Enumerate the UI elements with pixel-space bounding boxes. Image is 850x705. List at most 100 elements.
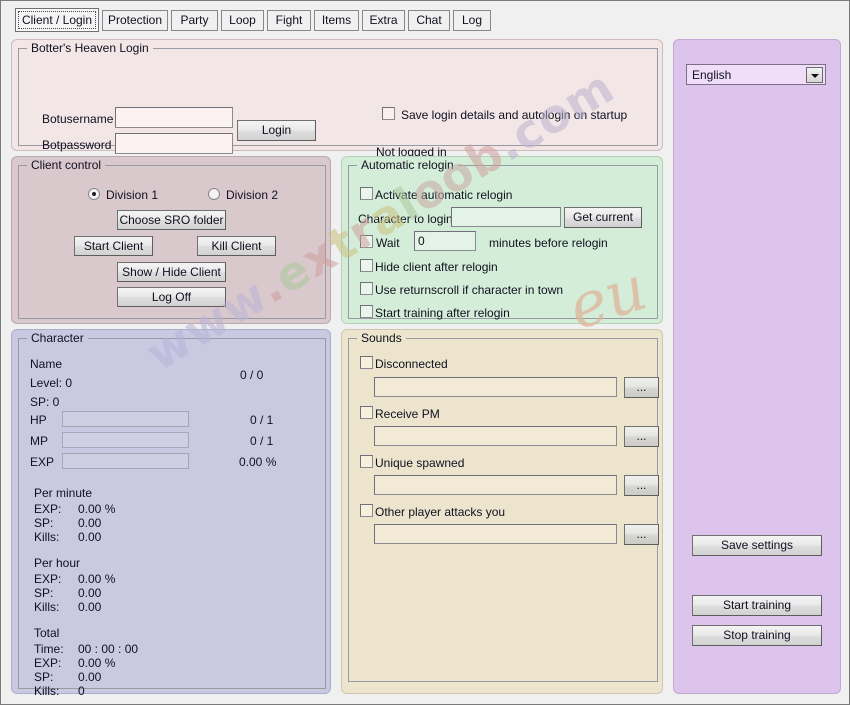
sound-unique-spawned-checkbox[interactable] xyxy=(360,455,373,468)
hide-client-after-relogin-checkbox[interactable] xyxy=(360,259,373,272)
sounds-group-legend: Sounds xyxy=(357,331,406,345)
sound-disconnected-path-input[interactable] xyxy=(374,377,617,397)
per-minute-exp-label: EXP: xyxy=(34,502,62,516)
tab-label: Loop xyxy=(229,13,256,27)
tab-client-login[interactable]: Client / Login xyxy=(15,8,99,32)
per-hour-exp-value: 0.00 % xyxy=(78,572,116,586)
botpassword-label: Botpassword xyxy=(42,138,112,152)
sound-unique-spawned-label: Unique spawned xyxy=(375,456,465,470)
character-name: Name xyxy=(30,357,63,371)
start-client-label: Start Client xyxy=(83,239,144,253)
per-hour-sp-value: 0.00 xyxy=(78,586,102,600)
login-groupbox: Botter's Heaven Login xyxy=(18,41,658,146)
tab-label: Items xyxy=(321,13,352,27)
hp-label: HP xyxy=(30,413,47,427)
show-hide-client-button[interactable]: Show / Hide Client xyxy=(117,262,226,282)
character-sp: SP: 0 xyxy=(30,395,60,409)
login-group-legend: Botter's Heaven Login xyxy=(27,41,153,55)
sound-receive-pm-browse-button[interactable]: ... xyxy=(624,426,659,447)
per-hour-title: Per hour xyxy=(34,556,81,570)
per-hour-kills-label: Kills: xyxy=(34,600,60,614)
start-training-after-relogin-label: Start training after relogin xyxy=(375,306,510,320)
hide-client-after-relogin-label: Hide client after relogin xyxy=(375,260,498,274)
division2-radio[interactable] xyxy=(208,188,220,200)
tab-loop[interactable]: Loop xyxy=(221,10,264,31)
kill-client-label: Kill Client xyxy=(211,239,262,253)
division1-label: Division 1 xyxy=(106,188,159,202)
per-hour-sp-label: SP: xyxy=(34,586,54,600)
character-level: Level: 0 xyxy=(30,376,73,390)
chevron-down-icon[interactable] xyxy=(806,67,823,83)
tab-label: Log xyxy=(461,13,483,27)
sound-disconnected-browse-button[interactable]: ... xyxy=(624,377,659,398)
stop-training-label: Stop training xyxy=(723,628,791,642)
tab-items[interactable]: Items xyxy=(314,10,359,31)
botpassword-input[interactable] xyxy=(115,133,233,154)
kill-client-button[interactable]: Kill Client xyxy=(197,236,276,256)
client-control-group-legend: Client control xyxy=(27,158,106,172)
botusername-input[interactable] xyxy=(115,107,233,128)
tab-chat[interactable]: Chat xyxy=(408,10,450,31)
total-title: Total xyxy=(34,626,60,640)
sound-disconnected-label: Disconnected xyxy=(375,357,448,371)
tab-protection[interactable]: Protection xyxy=(102,10,168,31)
get-current-button[interactable]: Get current xyxy=(564,207,642,228)
login-button[interactable]: Login xyxy=(237,120,316,141)
tab-party[interactable]: Party xyxy=(171,10,218,31)
focus-ring xyxy=(18,11,96,29)
division1-radio[interactable] xyxy=(88,188,100,200)
login-button-label: Login xyxy=(261,123,292,137)
tab-label: Extra xyxy=(369,13,398,27)
choose-sro-folder-button[interactable]: Choose SRO folder xyxy=(117,210,226,230)
start-training-after-relogin-checkbox[interactable] xyxy=(360,305,373,318)
tab-label: Protection xyxy=(107,13,163,27)
browse-label: ... xyxy=(636,429,647,443)
character-to-login-input[interactable] xyxy=(451,207,561,227)
per-minute-exp-value: 0.00 % xyxy=(78,502,116,516)
per-minute-kills-label: Kills: xyxy=(34,530,60,544)
language-selected-value: English xyxy=(692,68,732,82)
wait-checkbox[interactable] xyxy=(360,235,373,248)
mp-bar xyxy=(62,432,189,448)
sound-unique-spawned-path-input[interactable] xyxy=(374,475,617,495)
wait-label: Wait xyxy=(376,236,400,250)
use-returnscroll-checkbox[interactable] xyxy=(360,282,373,295)
sound-receive-pm-path-input[interactable] xyxy=(374,426,617,446)
stop-training-button[interactable]: Stop training xyxy=(692,625,822,646)
sound-other-player-attacks-browse-button[interactable]: ... xyxy=(624,524,659,545)
sound-unique-spawned-browse-button[interactable]: ... xyxy=(624,475,659,496)
wait-minutes-input[interactable] xyxy=(414,231,476,251)
browse-label: ... xyxy=(636,478,647,492)
activate-relogin-checkbox[interactable] xyxy=(360,187,373,200)
browse-label: ... xyxy=(636,380,647,394)
total-sp-label: SP: xyxy=(34,670,54,684)
start-training-label: Start training xyxy=(722,598,792,612)
mp-value: 0 / 1 xyxy=(250,434,274,448)
start-client-button[interactable]: Start Client xyxy=(74,236,153,256)
sound-other-player-attacks-path-input[interactable] xyxy=(374,524,617,544)
per-hour-kills-value: 0.00 xyxy=(78,600,102,614)
per-minute-sp-label: SP: xyxy=(34,516,54,530)
tab-fight[interactable]: Fight xyxy=(267,10,311,31)
log-off-button[interactable]: Log Off xyxy=(117,287,226,307)
sound-receive-pm-checkbox[interactable] xyxy=(360,406,373,419)
tab-log[interactable]: Log xyxy=(453,10,491,31)
tab-label: Party xyxy=(180,13,209,27)
exp-label: EXP xyxy=(30,455,55,469)
language-select[interactable]: English xyxy=(686,64,826,85)
tab-strip: Client / Login Protection Party Loop Fig… xyxy=(7,7,845,32)
wait-suffix-label: minutes before relogin xyxy=(489,236,608,250)
hp-bar xyxy=(62,411,189,427)
mp-label: MP xyxy=(30,434,48,448)
use-returnscroll-label: Use returnscroll if character in town xyxy=(375,283,564,297)
sound-disconnected-checkbox[interactable] xyxy=(360,356,373,369)
sound-other-player-attacks-checkbox[interactable] xyxy=(360,504,373,517)
start-training-button[interactable]: Start training xyxy=(692,595,822,616)
login-panel: Botter's Heaven Login Botusername Botpas… xyxy=(11,39,663,159)
tab-extra[interactable]: Extra xyxy=(362,10,405,31)
division2-label: Division 2 xyxy=(226,188,279,202)
client-control-panel: Client control Division 1 Division 2 Cho… xyxy=(11,156,331,324)
save-settings-button[interactable]: Save settings xyxy=(692,535,822,556)
choose-sro-folder-label: Choose SRO folder xyxy=(119,213,224,227)
save-login-details-checkbox[interactable] xyxy=(382,107,395,120)
